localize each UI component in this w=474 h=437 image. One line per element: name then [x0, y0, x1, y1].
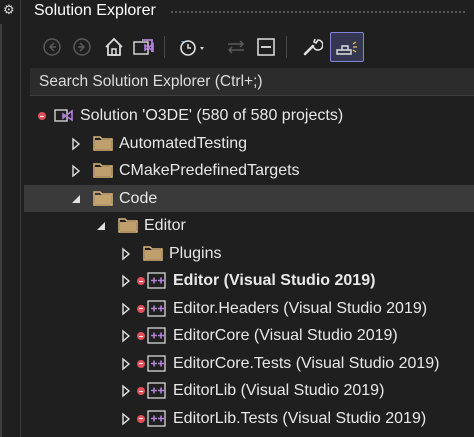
tree-item-label: Plugins [169, 244, 222, 262]
adjacent-panel-edge [0, 24, 2, 437]
tree-item[interactable]: Editor [24, 212, 474, 240]
cpp-project-icon [147, 382, 166, 399]
cpp-project-icon [147, 327, 166, 344]
chevron-right-icon[interactable] [121, 247, 131, 261]
tree-item-label: EditorLib.Tests (Visual Studio 2019) [173, 409, 427, 427]
folder-icon [143, 245, 163, 261]
error-badge-icon [137, 414, 145, 423]
cpp-project-icon [147, 272, 166, 289]
error-badge-icon [137, 332, 145, 340]
folder-icon [93, 163, 113, 178]
preview-selected-items-button[interactable] [330, 32, 364, 62]
tree-item-label: Editor [144, 217, 186, 234]
tree-item[interactable]: EditorCore (Visual Studio 2019) [24, 322, 474, 350]
tree-item[interactable]: EditorCore.Tests (Visual Studio 2019) [24, 350, 474, 378]
back-button[interactable] [38, 32, 66, 62]
collapse-icon [257, 38, 275, 56]
error-badge-icon [38, 112, 46, 120]
tree-item[interactable]: Editor (Visual Studio 2019) [24, 267, 474, 295]
chevron-right-icon[interactable] [71, 137, 81, 151]
collapse-all-button[interactable] [252, 32, 280, 62]
solution-explorer-panel: Solution Explorer Search Solution Explor… [24, 0, 474, 437]
chevron-right-icon[interactable] [121, 302, 131, 316]
toolbar-separator [164, 36, 165, 58]
cpp-project-icon [147, 409, 166, 427]
tree-item-label: EditorLib (Visual Studio 2019) [173, 382, 385, 399]
error-badge-icon [137, 359, 145, 368]
panel-title: Solution Explorer [34, 2, 156, 19]
pending-changes-filter-button[interactable] [174, 32, 210, 62]
folder-icon [93, 135, 113, 151]
home-icon [105, 37, 123, 56]
arrow-left-icon [43, 38, 61, 56]
arrow-right-icon [73, 38, 91, 56]
tree-item-label: Solution 'O3DE' (580 of 580 projects) [80, 107, 344, 124]
sync-with-active-document-button[interactable] [222, 32, 250, 62]
tree-item[interactable]: EditorLib.Tests (Visual Studio 2019) [24, 405, 474, 433]
adjacent-tool-window: ⚙ [0, 0, 21, 437]
visual-studio-solution-icon [133, 39, 154, 55]
preview-icon [336, 41, 357, 55]
gear-icon[interactable]: ⚙ [3, 2, 15, 18]
title-bar[interactable]: Solution Explorer [24, 0, 474, 24]
tree-item-label: AutomatedTesting [119, 134, 248, 152]
tree-item[interactable]: EditorLib (Visual Studio 2019) [24, 377, 474, 405]
home-button[interactable] [100, 32, 128, 62]
chevron-down-icon[interactable] [71, 192, 81, 206]
toolbar-separator [286, 36, 287, 58]
solution-tree: Solution 'O3DE' (580 of 580 projects) Aut… [24, 102, 474, 432]
tree-item-label: CMakePredefinedTargets [119, 162, 300, 179]
folder-icon [118, 218, 138, 233]
chevron-down-icon[interactable] [96, 219, 106, 233]
cpp-project-icon [147, 354, 166, 372]
tree-item-label: Editor (Visual Studio 2019) [173, 272, 376, 289]
chevron-right-icon[interactable] [121, 412, 131, 426]
chevron-right-icon[interactable] [71, 164, 81, 178]
chevron-right-icon[interactable] [121, 357, 131, 371]
tree-item[interactable]: Solution 'O3DE' (580 of 580 projects) [24, 102, 474, 130]
search-input[interactable]: Search Solution Explorer (Ctrl+;) [30, 68, 474, 96]
tree-item-label: EditorCore.Tests (Visual Studio 2019) [173, 354, 440, 372]
error-badge-icon [137, 304, 145, 313]
tree-item-label: Code [119, 189, 158, 207]
title-drag-grip[interactable] [170, 10, 466, 14]
chevron-right-icon[interactable] [121, 384, 131, 398]
properties-button[interactable] [298, 32, 326, 62]
visual-studio-solution-icon [54, 109, 73, 122]
tree-item-label: Editor.Headers (Visual Studio 2019) [173, 299, 428, 317]
chevron-right-icon[interactable] [121, 329, 131, 343]
cpp-project-icon [147, 299, 166, 317]
wrench-icon [303, 38, 323, 56]
search-placeholder: Search Solution Explorer (Ctrl+;) [39, 72, 263, 90]
tree-item[interactable]: AutomatedTesting [24, 130, 474, 158]
tree-item-label: EditorCore (Visual Studio 2019) [173, 327, 398, 344]
sync-arrows-icon [227, 40, 245, 54]
clock-filter-icon [180, 40, 204, 56]
forward-button[interactable] [68, 32, 96, 62]
error-badge-icon [137, 277, 145, 285]
tree-item[interactable]: CMakePredefinedTargets [24, 157, 474, 185]
tree-item[interactable]: Editor.Headers (Visual Studio 2019) [24, 295, 474, 323]
switch-views-button[interactable] [130, 32, 158, 62]
error-badge-icon [137, 387, 145, 395]
tree-item[interactable]: Plugins [24, 240, 474, 268]
chevron-right-icon[interactable] [121, 274, 131, 288]
folder-icon [93, 190, 113, 206]
tree-item[interactable]: Code [24, 184, 474, 212]
